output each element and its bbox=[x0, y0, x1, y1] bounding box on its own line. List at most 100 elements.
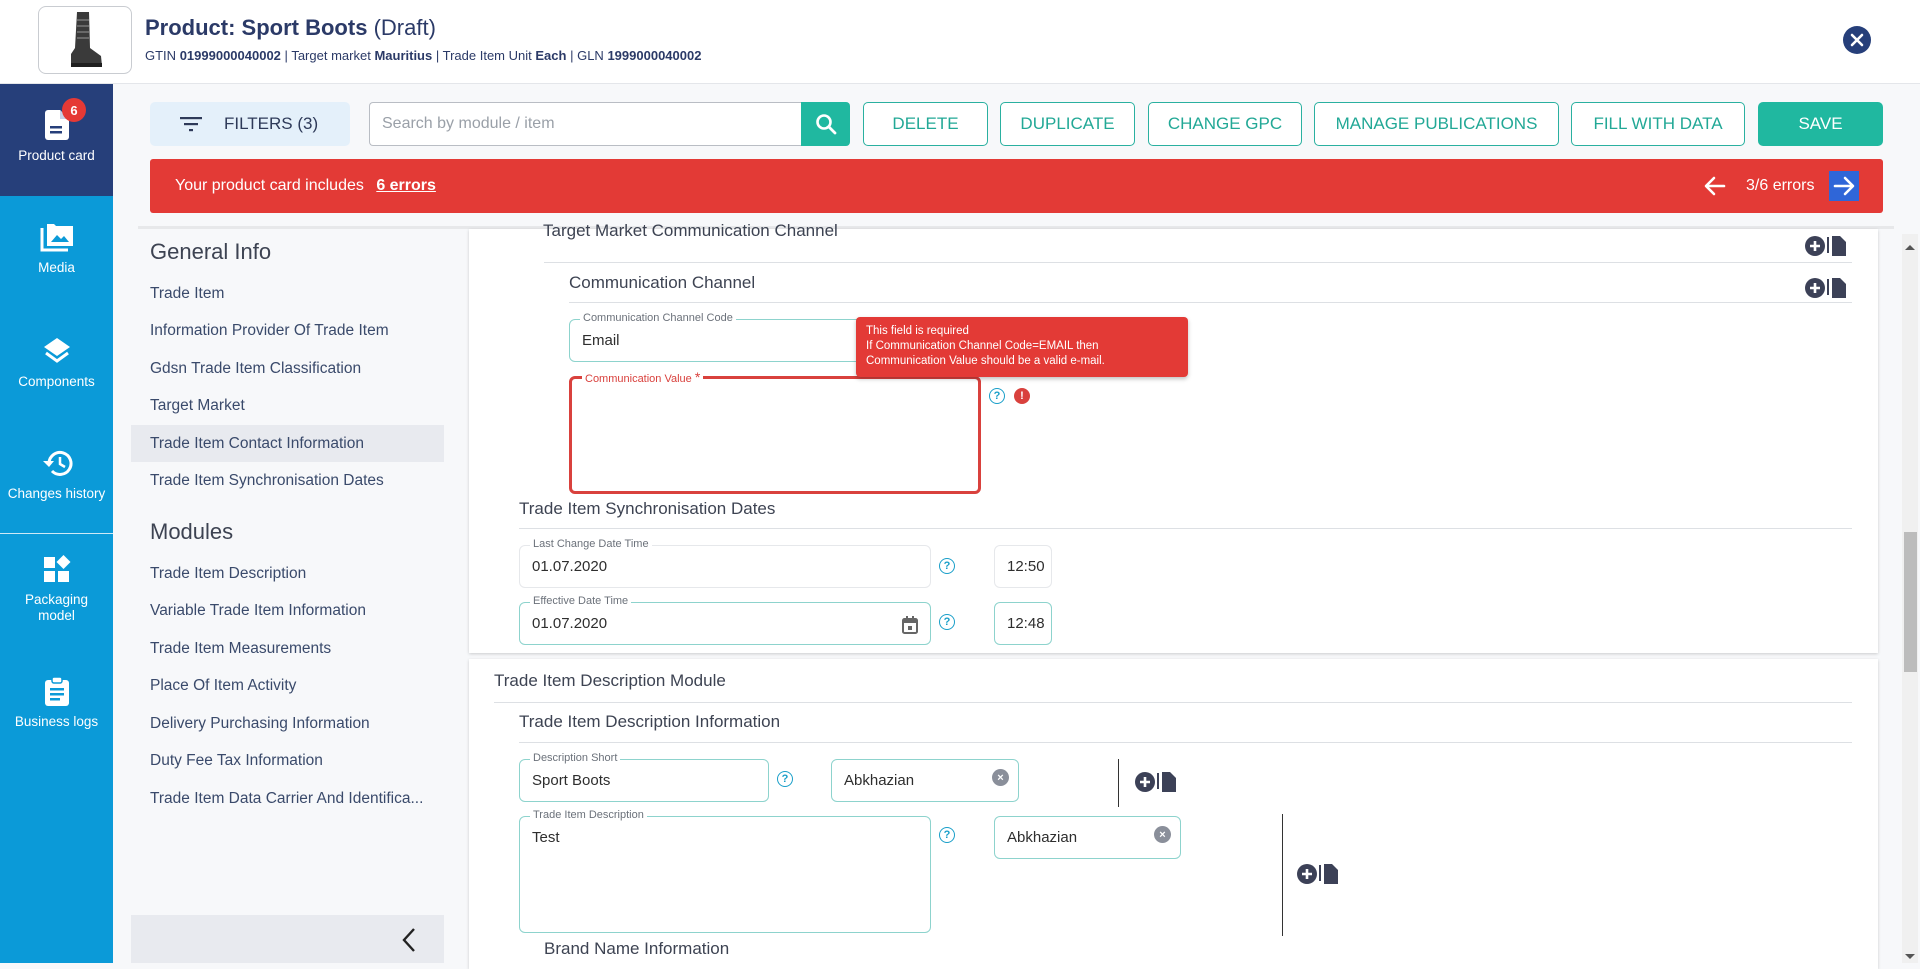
last-change-date-field[interactable]: Last Change Date Time 01.07.2020 bbox=[519, 538, 931, 588]
field-value: 01.07.2020 bbox=[532, 615, 608, 632]
scrollbar-thumb[interactable] bbox=[1904, 532, 1917, 672]
manage-publications-button[interactable]: MANAGE PUBLICATIONS bbox=[1314, 102, 1559, 146]
sidebar-item-contact-information[interactable]: Trade Item Contact Information bbox=[131, 425, 444, 462]
effective-time-field[interactable]: 12:48 bbox=[994, 602, 1052, 645]
error-counter: 3/6 errors bbox=[1746, 177, 1815, 194]
delete-button[interactable]: DELETE bbox=[863, 102, 988, 146]
help-icon[interactable]: ? bbox=[939, 558, 955, 574]
nav-label: Changes history bbox=[7, 486, 106, 501]
error-count-badge: 6 bbox=[62, 98, 86, 122]
nav-product-card[interactable]: 6 Product card bbox=[0, 84, 113, 196]
divider bbox=[519, 528, 1852, 529]
clipboard-icon bbox=[44, 676, 69, 706]
error-message: Your product card includes 6 errors bbox=[175, 177, 436, 195]
field-label: Last Change Date Time bbox=[530, 538, 652, 550]
sidebar-item-target-market[interactable]: Target Market bbox=[131, 387, 444, 424]
scroll-up-arrow[interactable] bbox=[1905, 245, 1915, 250]
filters-label: FILTERS (3) bbox=[224, 114, 319, 133]
sidebar-item-place-of-activity[interactable]: Place Of Item Activity bbox=[131, 667, 444, 704]
help-icon[interactable]: ? bbox=[989, 388, 1005, 404]
field-value: 12:50 bbox=[1007, 558, 1045, 575]
separator: | bbox=[435, 48, 440, 63]
communication-channel-code-field[interactable]: Communication Channel Code Email bbox=[569, 312, 889, 362]
add-icon[interactable] bbox=[1135, 772, 1155, 792]
communication-value-field[interactable]: Communication Value * bbox=[569, 369, 981, 494]
previous-error-button[interactable] bbox=[1702, 173, 1728, 199]
add-copy-actions bbox=[1805, 277, 1847, 299]
field-value: 01.07.2020 bbox=[532, 558, 608, 575]
nav-packaging-model[interactable]: Packaging model bbox=[0, 554, 113, 624]
language-select[interactable]: Abkhazian × bbox=[831, 759, 1019, 802]
search-button[interactable] bbox=[801, 102, 850, 146]
duplicate-button[interactable]: DUPLICATE bbox=[1000, 102, 1135, 146]
save-button[interactable]: SAVE bbox=[1758, 102, 1883, 146]
sidebar-item-gdsn-classification[interactable]: Gdsn Trade Item Classification bbox=[131, 350, 444, 387]
divider bbox=[494, 702, 1852, 703]
clear-icon[interactable]: × bbox=[1154, 826, 1171, 843]
effective-date-field[interactable]: Effective Date Time 01.07.2020 bbox=[519, 595, 931, 645]
sidebar-item-trade-item-description[interactable]: Trade Item Description bbox=[131, 555, 444, 592]
sidebar-item-data-carrier[interactable]: Trade Item Data Carrier And Identifica..… bbox=[131, 780, 444, 817]
section-title: Target Market Communication Channel bbox=[543, 221, 838, 240]
filter-icon bbox=[180, 117, 202, 132]
nav-business-logs[interactable]: Business logs bbox=[0, 676, 113, 730]
sidebar-item-measurements[interactable]: Trade Item Measurements bbox=[131, 630, 444, 667]
copy-icon[interactable] bbox=[1827, 277, 1847, 299]
copy-icon[interactable] bbox=[1157, 771, 1177, 793]
page-scrollbar[interactable] bbox=[1902, 234, 1918, 963]
errors-link[interactable]: 6 errors bbox=[376, 177, 436, 194]
field-label: Effective Date Time bbox=[530, 595, 632, 607]
nav-changes-history[interactable]: Changes history bbox=[0, 448, 113, 502]
product-thumbnail bbox=[38, 6, 132, 74]
nav-components[interactable]: Components bbox=[0, 336, 113, 390]
sidebar-item-variable-trade-item[interactable]: Variable Trade Item Information bbox=[131, 592, 444, 629]
sidebar-item-trade-item[interactable]: Trade Item bbox=[131, 275, 444, 312]
nav-media[interactable]: Media bbox=[0, 222, 113, 276]
left-navigation: 6 Product card Media Components Changes … bbox=[0, 84, 113, 963]
field-label-text: Communication Value bbox=[585, 373, 692, 385]
arrow-right-icon bbox=[1833, 176, 1855, 196]
trade-item-description-field[interactable]: Trade Item Description Test bbox=[519, 809, 931, 933]
add-copy-actions bbox=[1805, 235, 1847, 257]
sidebar-item-delivery-purchasing[interactable]: Delivery Purchasing Information bbox=[131, 705, 444, 742]
next-error-button[interactable] bbox=[1829, 171, 1859, 201]
divider bbox=[1118, 759, 1119, 807]
scroll-down-arrow[interactable] bbox=[1905, 954, 1915, 959]
calendar-icon[interactable] bbox=[902, 616, 918, 634]
arrow-left-icon bbox=[1704, 176, 1726, 196]
sidebar-item-information-provider[interactable]: Information Provider Of Trade Item bbox=[131, 312, 444, 349]
field-label: Description Short bbox=[530, 752, 621, 764]
section-sidebar: General Info Trade Item Information Prov… bbox=[131, 229, 444, 963]
add-icon[interactable] bbox=[1297, 864, 1317, 884]
tooltip-line: Communication Value should be a valid e-… bbox=[866, 355, 1105, 367]
language-select[interactable]: Abkhazian × bbox=[994, 816, 1181, 859]
description-module-panel: Trade Item Description Module Trade Item… bbox=[469, 659, 1878, 969]
help-icon[interactable]: ? bbox=[939, 614, 955, 630]
add-icon[interactable] bbox=[1805, 278, 1825, 298]
filters-button[interactable]: FILTERS (3) bbox=[150, 102, 350, 146]
tooltip-line: If Communication Channel Code=EMAIL then bbox=[866, 340, 1099, 352]
product-header: Product: Sport Boots (Draft) GTIN 019990… bbox=[0, 0, 1920, 84]
close-button[interactable] bbox=[1843, 26, 1871, 54]
clear-icon[interactable]: × bbox=[992, 769, 1009, 786]
copy-icon[interactable] bbox=[1827, 235, 1847, 257]
last-change-time-field[interactable]: 12:50 bbox=[994, 545, 1052, 588]
description-short-field[interactable]: Description Short Sport Boots bbox=[519, 752, 769, 802]
collapse-sidebar-button[interactable] bbox=[131, 915, 444, 963]
sidebar-item-duty-fee-tax[interactable]: Duty Fee Tax Information bbox=[131, 742, 444, 779]
layers-icon bbox=[43, 338, 70, 363]
gln-value: 1999000040002 bbox=[607, 48, 702, 63]
change-gpc-button[interactable]: CHANGE GPC bbox=[1148, 102, 1302, 146]
copy-icon[interactable] bbox=[1319, 863, 1339, 885]
gtin-value: 01999000040002 bbox=[179, 48, 281, 63]
add-icon[interactable] bbox=[1805, 236, 1825, 256]
sidebar-item-synchronisation-dates[interactable]: Trade Item Synchronisation Dates bbox=[131, 462, 444, 499]
modules-heading: Modules bbox=[150, 519, 234, 544]
divider bbox=[519, 742, 1852, 743]
help-icon[interactable]: ? bbox=[777, 771, 793, 787]
fill-with-data-button[interactable]: FILL WITH DATA bbox=[1571, 102, 1745, 146]
section-title: Trade Item Synchronisation Dates bbox=[519, 499, 776, 518]
help-icon[interactable]: ? bbox=[939, 827, 955, 843]
search-input[interactable] bbox=[369, 102, 801, 146]
separator: | bbox=[570, 48, 574, 63]
